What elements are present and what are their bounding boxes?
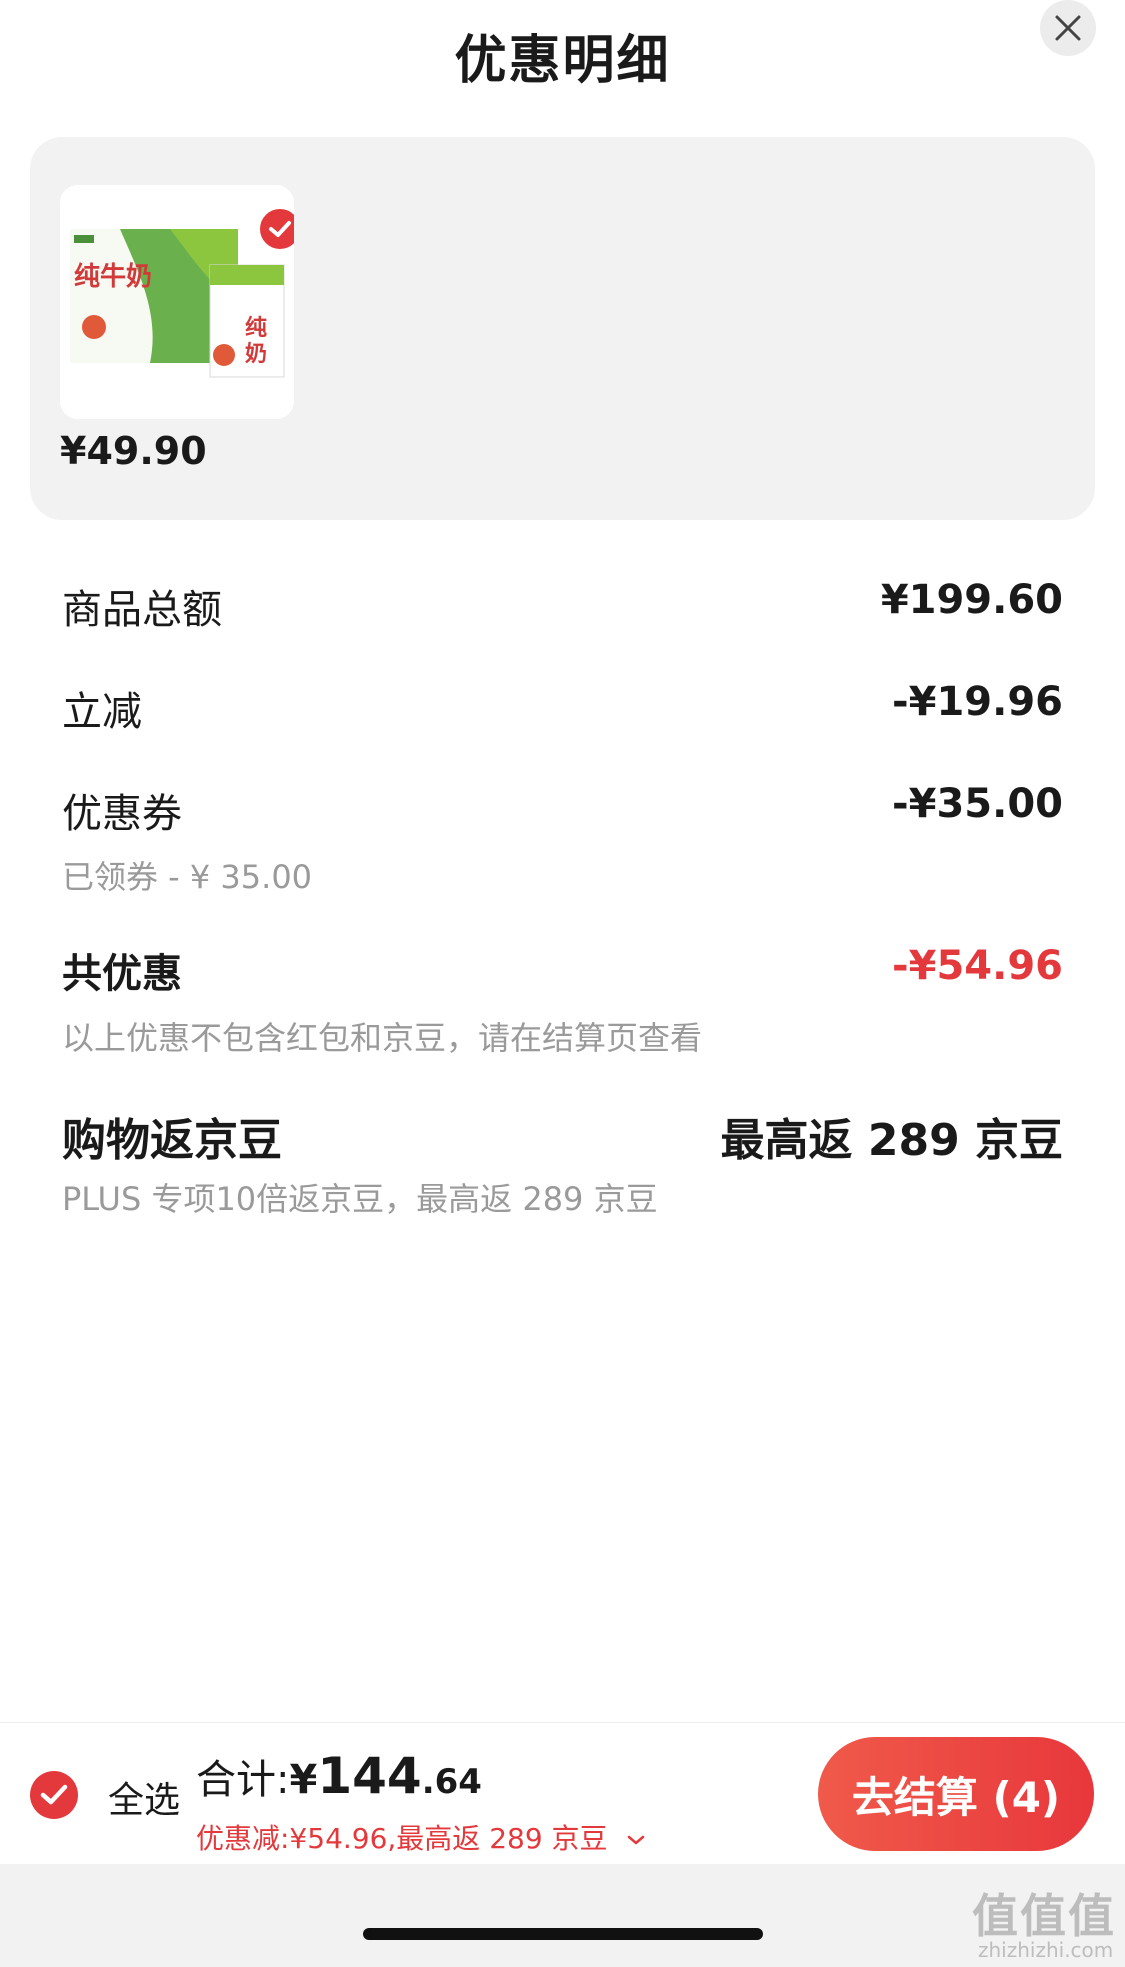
svg-text:纯牛奶: 纯牛奶	[74, 261, 152, 292]
product-card: 纯牛奶 纯 奶 ¥49.90	[30, 137, 1095, 520]
select-all-label[interactable]: 全选	[108, 1771, 180, 1823]
goods-total-value: ¥199.60	[880, 577, 1063, 623]
total-currency: ¥	[289, 1757, 318, 1803]
total-amount: 合计:¥144.64	[196, 1747, 482, 1805]
select-all-checkbox[interactable]	[30, 1771, 78, 1819]
close-button[interactable]	[1040, 0, 1096, 56]
page-title: 优惠明细	[454, 31, 671, 91]
product-price: ¥49.90	[60, 429, 207, 473]
goods-total-label: 商品总额	[62, 587, 222, 633]
watermark-logo: 值值值	[972, 1889, 1116, 1943]
total-discount-label: 共优惠	[62, 951, 182, 997]
savings-summary[interactable]: 优惠减:¥54.96,最高返 289 京豆	[196, 1817, 646, 1857]
total-label: 合计:	[196, 1757, 290, 1803]
coupon-value: -¥35.00	[892, 781, 1063, 827]
beans-value: 最高返 289 京豆	[720, 1115, 1063, 1166]
checkout-button[interactable]: 去结算 (4)	[818, 1737, 1094, 1851]
close-icon[interactable]	[1054, 14, 1082, 42]
total-discount-value: -¥54.96	[892, 943, 1063, 989]
check-icon	[40, 1784, 68, 1805]
beans-note: PLUS 专项10倍返京豆，最高返 289 京豆	[62, 1180, 658, 1218]
watermark-url: zhizhizhi.com	[978, 1938, 1114, 1962]
total-integer: 144	[317, 1747, 422, 1805]
beans-label: 购物返京豆	[62, 1115, 282, 1166]
home-indicator-area	[0, 1864, 1125, 1967]
checkout-bar: 全选 合计:¥144.64 优惠减:¥54.96,最高返 289 京豆 去结算 …	[0, 1722, 1125, 1865]
chevron-down-icon[interactable]	[626, 1833, 646, 1847]
coupon-note: 已领券 - ¥ 35.00	[62, 858, 313, 896]
instant-discount-label: 立减	[62, 689, 142, 735]
savings-text: 优惠减:¥54.96,最高返 289 京豆	[196, 1822, 608, 1855]
instant-discount-value: -¥19.96	[892, 679, 1063, 725]
coupon-label: 优惠券	[62, 791, 182, 837]
total-decimal: .64	[421, 1762, 482, 1802]
svg-text:纯: 纯	[245, 315, 267, 341]
home-indicator[interactable]	[363, 1928, 763, 1940]
product-image[interactable]: 纯牛奶 纯 奶	[60, 185, 294, 419]
svg-text:奶: 奶	[245, 341, 267, 367]
total-discount-note: 以上优惠不包含红包和京豆，请在结算页查看	[62, 1019, 703, 1057]
